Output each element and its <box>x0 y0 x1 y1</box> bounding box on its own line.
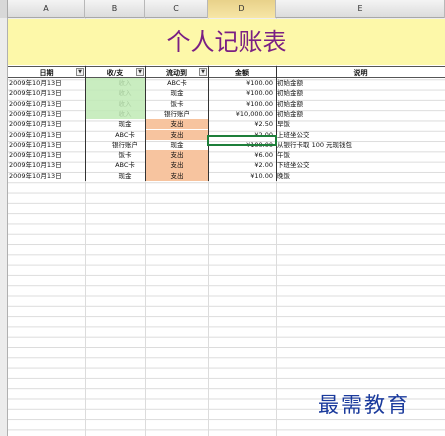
cell-flow[interactable]: 支出 <box>146 129 208 140</box>
header-date-label: 日期 <box>39 69 54 77</box>
header-amount[interactable]: 金额 <box>208 66 276 78</box>
column-header-a[interactable]: A <box>8 0 85 18</box>
cell-date[interactable]: 2009年10月13日 <box>8 160 85 170</box>
cell-amount[interactable]: ¥100.00 <box>208 99 275 109</box>
cell-note[interactable]: 初始金额 <box>276 109 445 119</box>
column-header-e[interactable]: E <box>276 0 445 18</box>
cell-date[interactable]: 2009年10月13日 <box>8 119 85 129</box>
table-border <box>208 66 209 181</box>
column-header-c[interactable]: C <box>145 0 208 18</box>
cell-flow[interactable]: 现金 <box>146 140 208 150</box>
cell-amount[interactable]: ¥10.00 <box>208 171 275 181</box>
cell-flow[interactable]: 现金 <box>146 88 208 98</box>
cell-type[interactable]: 现金 <box>105 171 145 181</box>
cell-date[interactable]: 2009年10月13日 <box>8 109 85 119</box>
cell-note[interactable]: 从银行卡取 100 元现钱包 <box>276 140 445 150</box>
cell-note[interactable]: 初始金额 <box>276 78 445 88</box>
cell-note[interactable]: 初始金额 <box>276 99 445 109</box>
cell-amount[interactable]: ¥10,000.00 <box>208 109 275 119</box>
cell-note[interactable]: 初始金额 <box>276 88 445 98</box>
cell-note[interactable]: 午饭 <box>276 150 445 160</box>
cell-date[interactable]: 2009年10月13日 <box>8 140 85 150</box>
cell-type[interactable]: 现金 <box>105 119 145 129</box>
filter-dropdown-icon[interactable]: ▼ <box>76 68 84 76</box>
header-flow-label: 流动到 <box>166 69 187 77</box>
cell-date[interactable]: 2009年10月13日 <box>8 150 85 160</box>
table-border <box>85 66 86 181</box>
select-all-corner[interactable] <box>0 0 8 18</box>
header-amount-label: 金额 <box>235 69 249 77</box>
column-header-d[interactable]: D <box>208 0 276 18</box>
cell-flow[interactable]: ABC卡 <box>146 78 208 88</box>
cell-type[interactable]: ABC卡 <box>105 160 145 170</box>
row-header-gutter[interactable] <box>0 18 8 436</box>
cell-date[interactable]: 2009年10月13日 <box>8 78 85 88</box>
cell-note[interactable]: 早饭 <box>276 119 445 129</box>
cell-amount[interactable]: ¥6.00 <box>208 150 275 160</box>
cell-flow[interactable]: 支出 <box>146 150 208 161</box>
column-header-b[interactable]: B <box>85 0 145 18</box>
header-income-expense-label: 收/支 <box>106 69 124 77</box>
header-note-label: 说明 <box>353 69 368 77</box>
cell-amount[interactable]: ¥100.00 <box>208 78 275 88</box>
cell-type[interactable]: 饭卡 <box>105 150 145 160</box>
cell-date[interactable]: 2009年10月13日 <box>8 130 85 140</box>
cell-amount[interactable]: ¥2.00 <box>208 160 275 170</box>
cell-note[interactable]: 下班坐公交 <box>276 160 445 170</box>
table-border <box>276 66 277 181</box>
filter-dropdown-icon[interactable]: ▼ <box>199 68 207 76</box>
header-note[interactable]: 说明 <box>276 66 445 78</box>
cell-flow[interactable]: 支出 <box>146 170 208 181</box>
cell-date[interactable]: 2009年10月13日 <box>8 99 85 109</box>
column-header-bar: A B C D E <box>0 0 445 18</box>
cell-amount[interactable]: ¥2.50 <box>208 119 275 129</box>
cell-amount[interactable]: ¥100.00 <box>208 88 275 98</box>
sheet-title[interactable]: 个人记账表 <box>8 24 445 60</box>
income-highlight <box>86 78 145 120</box>
active-cell-selection[interactable] <box>207 135 277 146</box>
filter-dropdown-icon[interactable]: ▼ <box>136 68 144 76</box>
header-flow[interactable]: 流动到 ▼ <box>145 66 208 78</box>
cell-flow[interactable]: 饭卡 <box>146 99 208 109</box>
cell-date[interactable]: 2009年10月13日 <box>8 171 85 181</box>
header-date[interactable]: 日期 ▼ <box>8 66 85 78</box>
cell-flow[interactable]: 支出 <box>146 119 208 130</box>
header-income-expense[interactable]: 收/支 ▼ <box>85 66 145 78</box>
cell-date[interactable]: 2009年10月13日 <box>8 88 85 98</box>
cell-flow[interactable]: 银行账户 <box>146 109 208 119</box>
cell-note[interactable]: 上班坐公交 <box>276 130 445 140</box>
cell-type[interactable]: 银行账户 <box>105 140 145 150</box>
table-border <box>145 66 146 181</box>
cell-type[interactable]: ABC卡 <box>105 130 145 140</box>
cell-note[interactable]: 晚饭 <box>276 171 445 181</box>
cell-flow[interactable]: 支出 <box>146 160 208 171</box>
watermark-logo: 最需教育 <box>318 393 410 417</box>
